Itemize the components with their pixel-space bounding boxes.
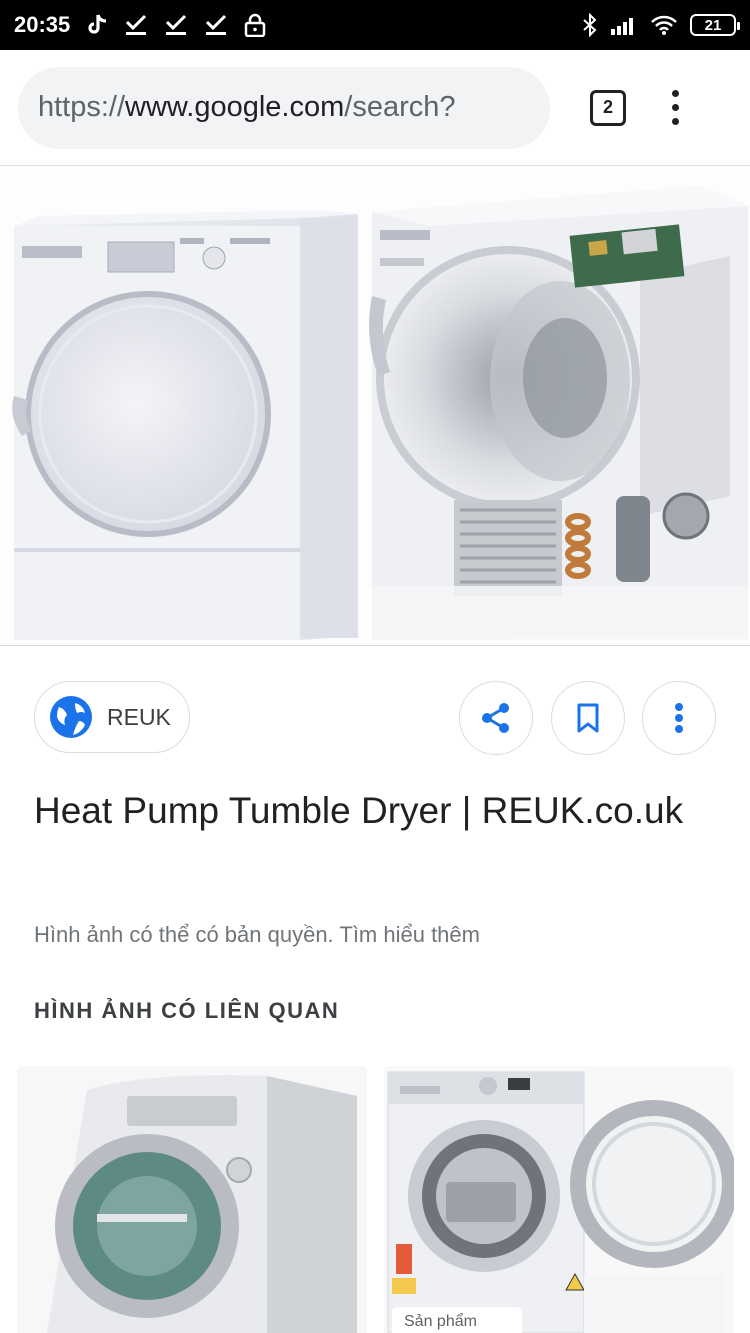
- dryer-image: [12, 186, 748, 640]
- tab-count: 2: [602, 97, 613, 117]
- url-bar[interactable]: https://www.google.com/search?: [18, 66, 550, 149]
- url-path: /search?: [344, 91, 456, 123]
- copyright-note[interactable]: Hình ảnh có thể có bản quyền. Tìm hiểu t…: [34, 922, 480, 948]
- result-image[interactable]: [0, 166, 750, 646]
- download-done-icon: [206, 14, 227, 35]
- browser-toolbar: https://www.google.com/search? 2: [0, 50, 750, 166]
- bluetooth-icon: [583, 13, 597, 37]
- caption-text: Sản phẩm: [404, 1313, 477, 1330]
- more-options-button[interactable]: [642, 681, 716, 755]
- status-bar: 20:35 21: [0, 0, 750, 50]
- share-button[interactable]: [459, 681, 533, 755]
- bookmark-button[interactable]: [551, 681, 625, 755]
- url-host: www.google.com: [125, 91, 345, 123]
- globe-icon: [50, 696, 92, 738]
- dryer-open-door-image: [384, 1066, 734, 1333]
- related-image-2[interactable]: Sản phẩm: [384, 1066, 734, 1333]
- browser-menu-button[interactable]: [672, 90, 679, 125]
- lock-icon: [245, 13, 266, 37]
- source-chip[interactable]: REUK: [34, 681, 190, 753]
- related-image-1[interactable]: [17, 1066, 367, 1333]
- download-done-icon: [166, 14, 187, 35]
- url-scheme: https://: [38, 91, 126, 123]
- wifi-icon: [651, 15, 677, 35]
- status-time: 20:35: [14, 12, 71, 37]
- battery-indicator: 21: [690, 14, 740, 36]
- washer-image: [17, 1066, 367, 1333]
- more-vert-icon: [675, 703, 683, 733]
- related-image-caption: Sản phẩm: [392, 1307, 522, 1333]
- source-name: REUK: [107, 703, 171, 730]
- signal-icon: [611, 18, 633, 35]
- download-done-icon: [126, 14, 147, 35]
- tiktok-icon: [88, 14, 107, 34]
- bookmark-icon: [577, 703, 599, 733]
- battery-level: 21: [704, 16, 722, 34]
- tab-switcher-button[interactable]: 2: [590, 89, 626, 126]
- notification-icons: [86, 13, 266, 37]
- related-images-heading: HÌNH ẢNH CÓ LIÊN QUAN: [34, 998, 340, 1023]
- share-icon: [482, 703, 509, 733]
- system-icons: 21: [582, 13, 740, 37]
- result-title[interactable]: Heat Pump Tumble Dryer | REUK.co.uk: [34, 780, 714, 842]
